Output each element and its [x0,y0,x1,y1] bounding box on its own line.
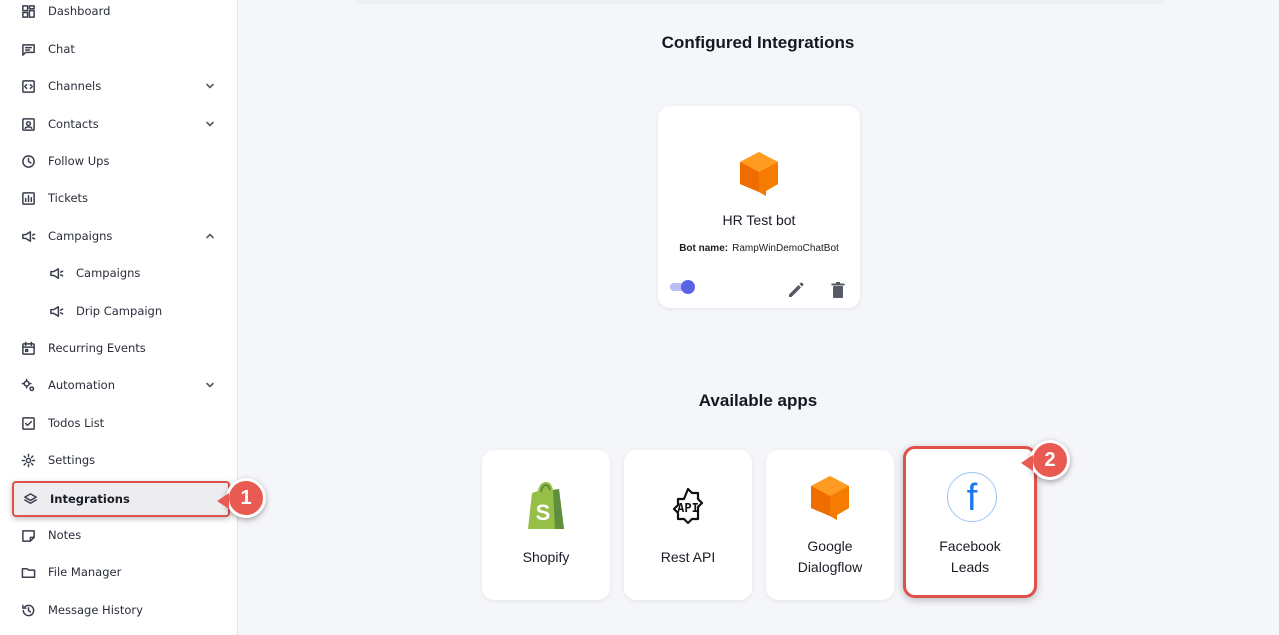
megaphone-icon [48,303,64,319]
bot-name-row: Bot name: RampWinDemoChatBot [658,243,860,254]
sidebar-item-contacts[interactable]: Contacts [0,109,238,139]
folder-icon [20,564,36,580]
edit-icon[interactable] [786,280,806,300]
bot-enabled-toggle[interactable] [670,280,696,294]
sidebar-item-follow-ups[interactable]: Follow Ups [0,146,238,176]
dialogflow-icon [740,152,778,196]
app-card-shopify[interactable]: S Shopify [482,450,610,600]
app-label: Shopify [522,549,570,565]
sidebar-item-label: Chat [48,42,75,56]
sidebar-item-todos-list[interactable]: Todos List [0,408,238,438]
checkbox-icon [20,415,36,431]
shopify-icon: S [522,480,570,532]
bot-card-title: HR Test bot [722,212,796,228]
sidebar-item-message-history[interactable]: Message History [0,595,238,625]
app-card-google-dialogflow[interactable]: Google Dialogflow [766,450,894,600]
sidebar-item-recurring-events[interactable]: Recurring Events [0,333,238,363]
history-icon [20,602,36,618]
svg-text:S: S [536,500,551,525]
sidebar-item-notes[interactable]: Notes [0,520,238,550]
sidebar-subitem-drip-campaign[interactable]: Drip Campaign [0,296,238,326]
sidebar-item-label: Follow Ups [48,154,110,168]
app-label-line2: Leads [950,559,990,575]
clock-icon [20,153,36,169]
gear-icon [20,452,36,468]
app-label: Rest API [660,549,716,565]
note-icon [20,527,36,543]
step-callout-2: 2 [1021,440,1070,480]
sidebar-item-label: Notes [48,528,82,542]
dialogflow-icon [811,476,849,520]
sidebar-item-label: Drip Campaign [76,304,163,318]
configured-integrations-title: Configured Integrations [661,33,855,52]
api-icon: API [664,480,712,532]
chat-icon [20,41,36,57]
sidebar-item-label: Recurring Events [48,341,146,355]
sidebar-item-label: Contacts [48,117,99,131]
chevron-up-icon[interactable] [204,230,216,242]
channels-icon [20,78,36,94]
sidebar-item-label: Todos List [48,416,105,430]
app-label-line1: Google [807,538,853,554]
svg-text:f: f [967,477,978,519]
chevron-down-icon[interactable] [204,80,216,92]
app-card-facebook-leads[interactable]: f Facebook Leads [903,446,1037,598]
sidebar: Dashboard Chat Channels Contacts Follow … [0,0,238,635]
app-card-rest-api[interactable]: API Rest API [624,450,752,600]
sidebar-item-label: Settings [48,453,96,467]
step-callout-1: 1 [217,478,266,518]
sidebar-subitem-campaigns[interactable]: Campaigns [0,258,238,288]
sidebar-item-label: File Manager [48,565,122,579]
sidebar-item-settings[interactable]: Settings [0,445,238,475]
sidebar-item-automation[interactable]: Automation [0,370,238,400]
sidebar-item-file-manager[interactable]: File Manager [0,557,238,587]
sidebar-item-chat[interactable]: Chat [0,34,238,64]
sidebar-item-tickets[interactable]: Tickets [0,183,238,213]
toggle-knob [681,280,695,294]
gears-icon [20,377,36,393]
available-apps-title: Available apps [698,391,818,410]
chevron-down-icon[interactable] [204,379,216,391]
calendar-icon [20,340,36,356]
bot-name-value: RampWinDemoChatBot [732,243,839,254]
tickets-icon [20,190,36,206]
layers-icon [22,491,38,507]
sidebar-item-label: Message History [48,603,143,617]
sidebar-item-label: Tickets [48,191,89,205]
app-label-line1: Facebook [939,538,1001,554]
sidebar-item-integrations[interactable]: Integrations [12,481,230,517]
sidebar-item-label: Dashboard [48,4,111,18]
dashboard-icon [20,3,36,19]
sidebar-item-label: Campaigns [76,266,141,280]
facebook-icon: f [946,471,998,523]
app-label-line2: Dialogflow [797,559,863,575]
sidebar-item-label: Integrations [50,492,130,506]
integration-card-hr-test-bot: HR Test bot Bot name: RampWinDemoChatBot [658,106,860,308]
trash-icon[interactable] [828,280,848,300]
megaphone-icon [20,228,36,244]
bot-name-label: Bot name: [679,243,729,254]
sidebar-item-channels[interactable]: Channels [0,71,238,101]
sidebar-item-label: Automation [48,378,115,392]
contacts-icon [20,116,36,132]
sidebar-item-label: Channels [48,79,102,93]
chevron-down-icon[interactable] [204,118,216,130]
sidebar-item-dashboard[interactable]: Dashboard [0,0,238,26]
header-strip [355,0,1165,4]
sidebar-item-label: Campaigns [48,229,113,243]
svg-text:API: API [677,501,699,515]
megaphone-icon [48,265,64,281]
sidebar-item-campaigns[interactable]: Campaigns [0,221,238,251]
